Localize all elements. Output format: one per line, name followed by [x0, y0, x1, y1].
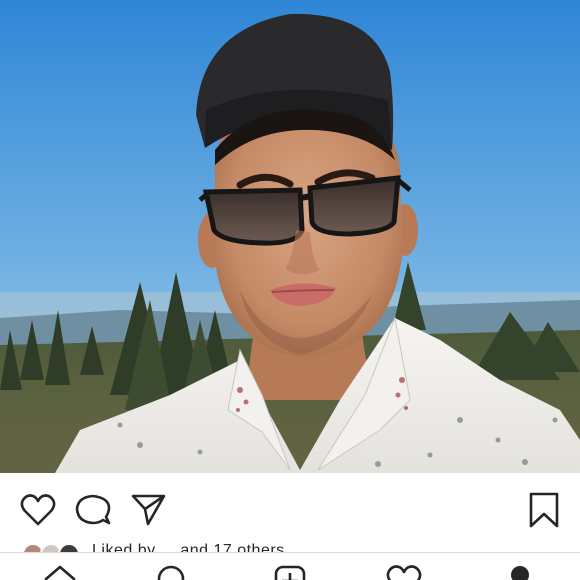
profile-icon — [511, 566, 529, 580]
heart-icon — [20, 494, 56, 526]
nav-search[interactable] — [152, 561, 192, 580]
comment-bubble-icon — [75, 494, 111, 525]
bottom-nav — [0, 552, 580, 580]
nav-add-post[interactable] — [270, 561, 310, 580]
search-icon — [157, 565, 185, 580]
activity-heart-icon — [386, 565, 422, 580]
nav-home[interactable] — [40, 561, 80, 580]
post-photo-illustration — [0, 0, 580, 473]
save-button[interactable] — [524, 490, 564, 530]
paper-plane-icon — [131, 494, 166, 526]
add-post-icon — [274, 565, 306, 580]
post-photo[interactable] — [0, 0, 580, 473]
like-button[interactable] — [18, 490, 58, 530]
nav-profile[interactable] — [500, 561, 540, 580]
bookmark-icon — [529, 492, 559, 528]
instagram-post-screen: Liked by ... and 17 others — [0, 0, 580, 580]
nav-activity[interactable] — [384, 561, 424, 580]
share-button[interactable] — [128, 490, 168, 530]
likes-row: Liked by ... and 17 others — [0, 538, 580, 552]
post-action-bar — [0, 473, 580, 543]
comment-button[interactable] — [73, 490, 113, 530]
likes-summary[interactable]: Liked by ... and 17 others — [92, 542, 285, 552]
home-icon — [44, 565, 76, 580]
liker-avatar[interactable] — [58, 543, 80, 552]
